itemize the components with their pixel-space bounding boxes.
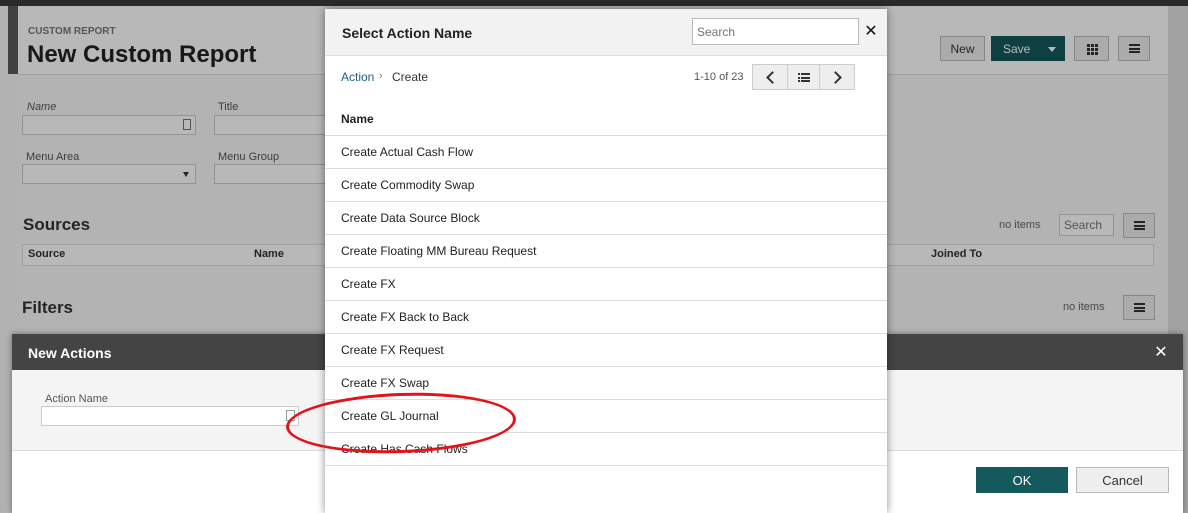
action-name-field[interactable] (41, 406, 299, 426)
pager-count: 1-10 of 23 (694, 71, 744, 83)
close-icon[interactable]: ✕ (863, 21, 879, 41)
breadcrumb-action-link[interactable]: Action (341, 70, 374, 84)
next-page-button[interactable] (819, 64, 855, 90)
cancel-button[interactable]: Cancel (1076, 467, 1169, 493)
dialog-header: Select Action Name ✕ (325, 9, 887, 56)
list-item[interactable]: Create FX Back to Back (325, 301, 887, 334)
chevron-right-icon (829, 71, 842, 84)
list-item[interactable]: Create Commodity Swap (325, 169, 887, 202)
list-item[interactable]: Create Floating MM Bureau Request (325, 235, 887, 268)
ok-button[interactable]: OK (976, 467, 1068, 493)
list-item[interactable]: Create FX Request (325, 334, 887, 367)
previous-page-button[interactable] (752, 64, 788, 90)
chevron-left-icon (766, 71, 779, 84)
close-icon[interactable]: ✕ (1153, 342, 1169, 362)
action-name-label: Action Name (45, 393, 108, 405)
list-item[interactable]: Create Data Source Block (325, 202, 887, 235)
search-input[interactable] (692, 18, 859, 45)
breadcrumb-current: Create (392, 70, 429, 84)
list-item[interactable]: Create Actual Cash Flow (325, 136, 887, 169)
dialog-title: New Actions (28, 345, 112, 361)
breadcrumb-separator: › (379, 70, 383, 82)
list-icon (798, 73, 810, 82)
list-item[interactable]: Create FX (325, 268, 887, 301)
list-view-button[interactable] (787, 64, 820, 90)
dialog-title: Select Action Name (342, 25, 473, 41)
column-name-header[interactable]: Name (341, 112, 374, 126)
